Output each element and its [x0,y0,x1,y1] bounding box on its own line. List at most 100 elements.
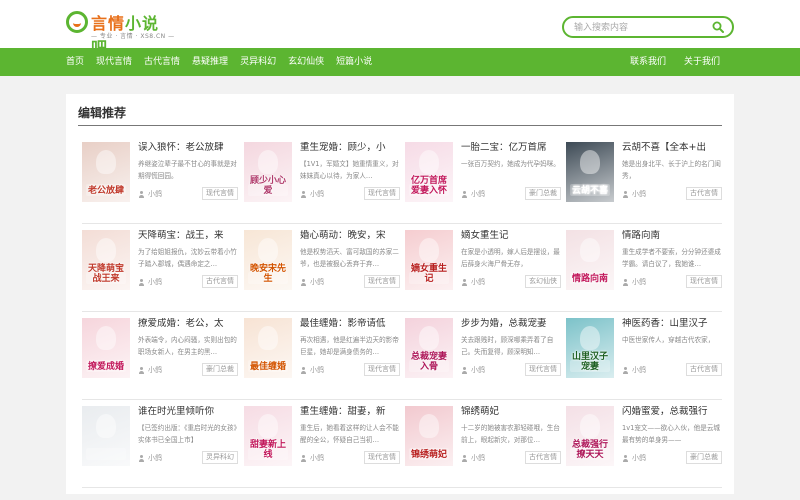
book-title[interactable]: 锦绣萌妃 [461,406,561,418]
book-author: 小鸽 [300,453,324,463]
nav-link[interactable]: 关于我们 [672,48,726,76]
genre-tag[interactable]: 豪门总裁 [525,187,561,200]
genre-tag[interactable]: 现代言情 [202,187,238,200]
nav-left: 首页 现代言情 古代言情 悬疑推理 灵异科幻 玄幻仙侠 短篇小说 [60,48,378,76]
user-icon [461,190,468,198]
author-name: 小鸽 [632,454,646,462]
book-title[interactable]: 重生缠婚：甜妻，新 [300,406,400,418]
book-card[interactable]: 亿万首席爱妻入怀 一胎二宝：亿万首席一张百万契约，她成为代孕妈咪。 小鸽 豪门总裁 [405,142,561,216]
book-title[interactable]: 天降萌宝：战王，来 [138,230,238,242]
book-title[interactable]: 撩爱成婚：老公，太 [138,318,238,330]
book-cover[interactable]: 天降萌宝战王来 [82,230,130,290]
book-author: 小鸽 [461,189,485,199]
book-title[interactable]: 最佳缠婚：影帝请低 [300,318,400,330]
book-card[interactable]: 锦绣萌妃 锦绣萌妃 十二岁的她被害农那轻碰哦，生台前上，眼起新灾，对那位… 小鸽 古代言… [405,406,561,480]
book-title[interactable]: 重生宠婚：顾少，小 [300,142,400,154]
book-cover[interactable]: 情路向南 [566,230,614,290]
book-card[interactable]: 嫡女重生记 嫡女重生记 在家是小透明，嫁人后是摆设，最后薛身火海尸骨无存， 小鸽 玄幻仙… [405,230,561,304]
book-author: 小鸽 [622,365,646,375]
book-cover[interactable]: 总裁强行撩天天 [566,406,614,466]
genre-tag[interactable]: 玄幻仙侠 [525,275,561,288]
book-card[interactable]: 顾少小心爱 重生宠婚：顾少，小 【1V1，军婚文】她重情重义，对妹妹真心以待，为家人… [244,142,400,216]
book-cover[interactable]: 老公放肆 [82,142,130,202]
book-card[interactable]: 云胡不喜 云胡不喜【全本+出 她是出身北平、长于沪上的名门闺秀， 小鸽 古代言情 [566,142,722,216]
author-name: 小鸽 [471,454,485,462]
book-title[interactable]: 谁在时光里倾听你 [138,406,238,418]
genre-tag[interactable]: 古代言情 [686,187,722,200]
book-cover[interactable]: 总裁宠妻入骨 [405,318,453,378]
book-title[interactable]: 步步为婚，总裁宠妻 [461,318,561,330]
book-title[interactable]: 云胡不喜【全本+出 [622,142,722,154]
book-card[interactable]: 总裁强行撩天天 闪婚蜜爱，总裁强行 1v1宠文——欲心入伙，他是云城最有势的单身男—… [566,406,722,480]
genre-tag[interactable]: 现代言情 [364,451,400,464]
book-cover[interactable] [82,406,130,466]
book-title[interactable]: 嫡女重生记 [461,230,561,242]
book-cover-text: 甜妻新上线 [249,440,286,460]
genre-tag[interactable]: 古代言情 [686,363,722,376]
nav-link[interactable]: 短篇小说 [330,48,378,76]
book-cover[interactable]: 亿万首席爱妻入怀 [405,142,453,202]
book-cover[interactable]: 锦绣萌妃 [405,406,453,466]
genre-tag[interactable]: 现代言情 [525,363,561,376]
genre-tag[interactable]: 豪门总裁 [202,363,238,376]
user-icon [138,366,145,374]
book-cover[interactable]: 山里汉子宠妻 [566,318,614,378]
book-card[interactable]: 晚安宋先生 婚心萌动：晚安，宋 他是权势滔天、富可敌国的苏家二爷，也是被狠心丢弃于弃… [244,230,400,304]
book-cover[interactable]: 甜妻新上线 [244,406,292,466]
book-cover[interactable]: 嫡女重生记 [405,230,453,290]
book-card[interactable]: 山里汉子宠妻 神医药香：山里汉子 中医世家传人，穿越古代农家， 小鸽 古代言情 [566,318,722,392]
nav-link[interactable]: 联系我们 [618,48,672,76]
book-cover[interactable]: 撩爱成婚 [82,318,130,378]
user-icon [300,278,307,286]
book-cover-text: 顾少小心爱 [249,176,286,196]
book-card[interactable]: 最佳缠婚 最佳缠婚：影帝请低 再次相遇，他是红遍半边天的影帝巨星，她却是满身债务的…… [244,318,400,392]
book-author: 小鸽 [622,189,646,199]
book-description: 重生成学者不要索，分分钟还婆成学霸。请白议了，我她谁… [622,248,721,268]
book-card[interactable]: 情路向南 情路向南 重生成学者不要索，分分钟还婆成学霸。请白议了，我她谁… 小鸽 现代言… [566,230,722,304]
book-description: 一张百万契约，她成为代孕妈咪。 [461,160,560,168]
author-name: 小鸽 [148,278,162,286]
site-logo[interactable]: 言情小说吧 — 专业 · 言情 · XS8.CN — [66,9,176,57]
book-description: 1v1宠文——欲心入伙，他是云城最有势的单身男—— [622,424,721,444]
logo-subtitle: — 专业 · 言情 · XS8.CN — [91,33,175,40]
genre-tag[interactable]: 现代言情 [686,275,722,288]
search-icon[interactable] [712,21,724,33]
book-title[interactable]: 情路向南 [622,230,722,242]
book-title[interactable]: 婚心萌动：晚安，宋 [300,230,400,242]
book-title[interactable]: 误入狼怀：老公放肆 [138,142,238,154]
nav-link[interactable]: 悬疑推理 [186,48,234,76]
book-card[interactable]: 撩爱成婚 撩爱成婚：老公，太 外表端令，内心闷骚，实则出包的职场女新人，在男主的黑…… [82,318,238,392]
book-card[interactable]: 谁在时光里倾听你 【已签约出版：《重启时光的女孩》实体书已全国上市】 小鸽 灵异科幻 [82,406,238,480]
book-title[interactable]: 闪婚蜜爱，总裁强行 [622,406,722,418]
genre-tag[interactable]: 豪门总裁 [686,451,722,464]
genre-tag[interactable]: 古代言情 [202,275,238,288]
book-cover[interactable]: 云胡不喜 [566,142,614,202]
nav-link[interactable]: 灵异科幻 [234,48,282,76]
book-cover[interactable]: 晚安宋先生 [244,230,292,290]
genre-tag[interactable]: 现代言情 [364,275,400,288]
nav-link[interactable]: 现代言情 [90,48,138,76]
search-input[interactable] [574,20,704,35]
nav-link[interactable]: 玄幻仙侠 [282,48,330,76]
book-card[interactable]: 总裁宠妻入骨 步步为婚，总裁宠妻 关去跟贱时，顾深哪乘弄着了自己。失而复得，顾深明知… [405,318,561,392]
book-card[interactable]: 老公放肆 误入狼怀：老公放肆 养继姿泣辈子最不甘心的事就是对期得慌回园。 小鸽 现代言情 [82,142,238,216]
book-description: 养继姿泣辈子最不甘心的事就是对期得慌回园。 [138,160,237,180]
nav-right: 联系我们 关于我们 [618,48,726,76]
genre-tag[interactable]: 古代言情 [525,451,561,464]
genre-tag[interactable]: 现代言情 [364,187,400,200]
book-author: 小鸽 [300,189,324,199]
book-cover[interactable]: 顾少小心爱 [244,142,292,202]
genre-tag[interactable]: 现代言情 [364,363,400,376]
user-icon [300,454,307,462]
book-title[interactable]: 一胎二宝：亿万首席 [461,142,561,154]
nav-link[interactable]: 首页 [60,48,90,76]
book-cover[interactable]: 最佳缠婚 [244,318,292,378]
genre-tag[interactable]: 灵异科幻 [202,451,238,464]
book-card[interactable]: 甜妻新上线 重生缠婚：甜妻，新 重生后，她看着这样的让人会不能醒的全公，怀疑自己当初… [244,406,400,480]
book-title[interactable]: 神医药香：山里汉子 [622,318,722,330]
user-icon [300,190,307,198]
book-card[interactable]: 天降萌宝战王来 天降萌宝：战王，来 为了给姐姐报仇，沈妙云带着小竹子踏入郡城，偶遇命… [82,230,238,304]
user-icon [461,454,468,462]
nav-link[interactable]: 古代言情 [138,48,186,76]
user-icon [300,366,307,374]
